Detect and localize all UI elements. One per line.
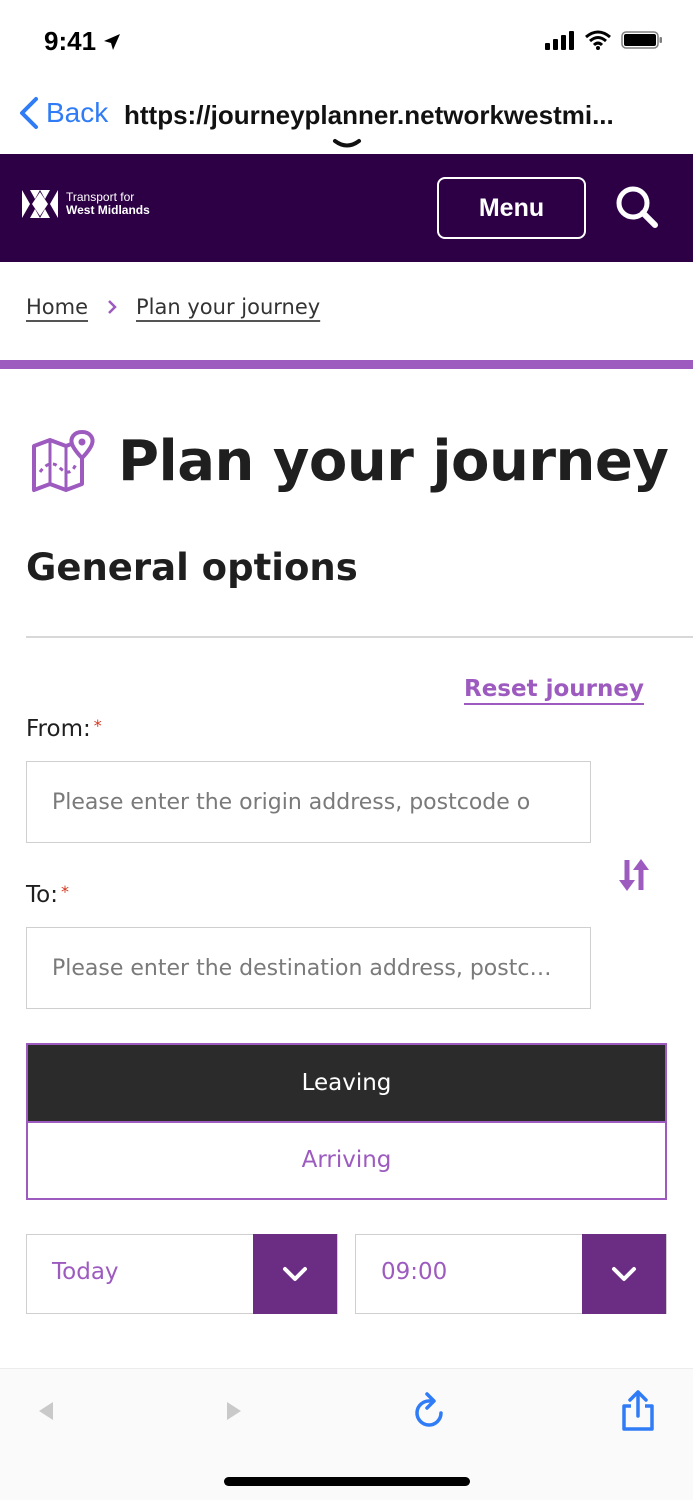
time-select[interactable]: 09:00 bbox=[355, 1234, 667, 1314]
arriving-option[interactable]: Arriving bbox=[28, 1121, 665, 1197]
share-button[interactable] bbox=[618, 1390, 658, 1431]
logo-text: Transport for West Midlands bbox=[66, 191, 150, 217]
from-label-text: From: bbox=[26, 716, 91, 742]
share-icon bbox=[622, 1390, 654, 1431]
site-header: Transport for West Midlands Menu bbox=[0, 154, 693, 262]
day-select-value: Today bbox=[52, 1259, 119, 1285]
leaving-arriving-toggle: Leaving Arriving bbox=[26, 1043, 667, 1200]
tfwm-logo[interactable]: Transport for West Midlands bbox=[20, 184, 150, 224]
from-label: From: * bbox=[26, 716, 102, 742]
status-time-text: 9:41 bbox=[44, 26, 97, 56]
browser-forward-button[interactable] bbox=[214, 1391, 254, 1431]
status-indicators bbox=[545, 30, 663, 50]
browser-back-link[interactable]: Back bbox=[18, 96, 108, 130]
swap-locations-button[interactable] bbox=[612, 853, 656, 897]
signal-icon bbox=[545, 31, 574, 50]
tfwm-logo-icon bbox=[22, 190, 58, 218]
from-input[interactable] bbox=[26, 761, 591, 843]
back-label: Back bbox=[46, 97, 109, 128]
chevron-down-icon bbox=[612, 1267, 636, 1281]
url-text[interactable]: https://journeyplanner.networkwestmi... bbox=[124, 100, 614, 131]
breadcrumb-home[interactable]: Home bbox=[26, 295, 88, 319]
time-select-toggle[interactable] bbox=[582, 1234, 666, 1314]
accent-divider bbox=[0, 360, 693, 369]
section-divider bbox=[26, 636, 693, 638]
back-arrow-icon bbox=[39, 1402, 53, 1420]
chevron-left-icon bbox=[20, 97, 38, 129]
breadcrumb-plan-journey[interactable]: Plan your journey bbox=[136, 295, 320, 319]
browser-back-button[interactable] bbox=[26, 1391, 66, 1431]
page-title-row: Plan your journey bbox=[30, 428, 669, 494]
chevron-down-icon bbox=[283, 1267, 307, 1281]
breadcrumb: Home Plan your journey bbox=[26, 295, 320, 319]
status-time: 9:41 bbox=[44, 26, 122, 57]
to-label-text: To: bbox=[26, 882, 58, 908]
reload-icon bbox=[415, 1392, 443, 1427]
to-label: To: * bbox=[26, 882, 69, 908]
time-select-value: 09:00 bbox=[381, 1259, 448, 1285]
day-select-toggle[interactable] bbox=[253, 1234, 337, 1314]
day-select[interactable]: Today bbox=[26, 1234, 338, 1314]
leaving-option[interactable]: Leaving bbox=[28, 1045, 665, 1121]
chevron-handle-icon[interactable] bbox=[332, 138, 362, 150]
search-icon bbox=[616, 186, 658, 228]
wifi-icon bbox=[585, 30, 611, 50]
page-title: Plan your journey bbox=[118, 428, 669, 494]
required-marker: * bbox=[93, 716, 102, 735]
status-bar: 9:41 bbox=[0, 0, 693, 84]
battery-icon bbox=[621, 31, 662, 49]
chevron-right-icon bbox=[108, 300, 117, 314]
menu-button[interactable]: Menu bbox=[437, 177, 586, 239]
to-input[interactable] bbox=[26, 927, 591, 1009]
search-button[interactable] bbox=[614, 184, 660, 234]
logo-line-2: West Midlands bbox=[66, 203, 150, 217]
journey-map-icon bbox=[32, 429, 95, 492]
reload-button[interactable] bbox=[410, 1391, 450, 1431]
location-arrow-icon bbox=[104, 33, 121, 50]
required-marker: * bbox=[60, 882, 69, 901]
reset-journey-link[interactable]: Reset journey bbox=[464, 676, 644, 702]
home-indicator[interactable] bbox=[224, 1477, 470, 1486]
section-title: General options bbox=[26, 546, 358, 589]
swap-arrows-icon bbox=[619, 859, 649, 891]
forward-arrow-icon bbox=[227, 1402, 241, 1420]
